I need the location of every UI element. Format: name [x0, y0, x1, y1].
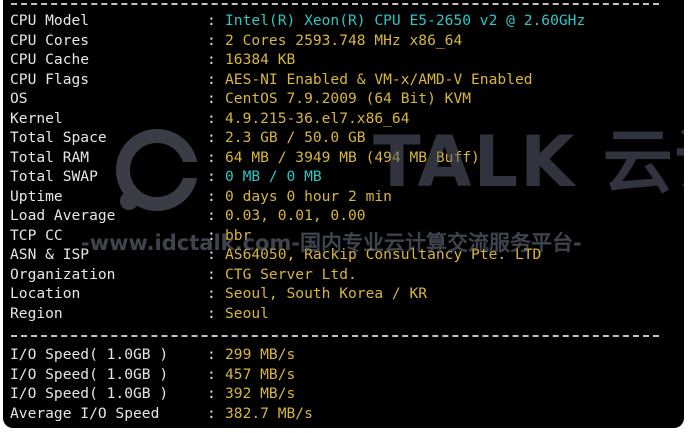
colon-separator: :: [207, 265, 216, 283]
watermark-brand: TALK 云说: [373, 121, 684, 203]
separator-line-top: [11, 3, 659, 5]
sysinfo-label: Region: [10, 304, 63, 322]
sysinfo-row: Organization: CTG Server Ltd.: [3, 265, 684, 285]
io-row: Average I/O Speed:382.7 MB/s: [3, 404, 684, 424]
sysinfo-row: OS: CentOS 7.9.2009 (64 Bit) KVM: [3, 89, 684, 109]
colon-separator: :: [207, 51, 216, 68]
sysinfo-label: Total RAM: [10, 148, 90, 166]
sysinfo-label: Location: [10, 285, 81, 302]
sysinfo-value: CTG Server Ltd.: [225, 265, 357, 283]
sysinfo-value: 2.3 GB / 50.0 GB: [225, 129, 366, 146]
colon-separator: :: [207, 385, 216, 402]
io-label: I/O Speed( 1.0GB ): [10, 385, 169, 402]
sysinfo-value: Intel(R) Xeon(R) CPU E5-2650 v2 @ 2.60GH…: [225, 12, 586, 29]
sysinfo-row: CPU Model: Intel(R) Xeon(R) CPU E5-2650 v…: [3, 11, 684, 31]
colon-separator: :: [207, 365, 216, 383]
sysinfo-value: 2 Cores 2593.748 MHz x86_64: [225, 31, 463, 49]
sysinfo-value: 0 days 0 hour 2 min: [225, 187, 392, 205]
io-value: 392 MB/s: [225, 385, 296, 402]
io-label: I/O Speed( 1.0GB ): [10, 346, 169, 363]
separator-line-middle: [11, 335, 659, 337]
sysinfo-label: Total SWAP: [10, 168, 98, 185]
io-value: 299 MB/s: [225, 346, 296, 363]
io-label: I/O Speed( 1.0GB ): [10, 365, 169, 383]
sysinfo-label: CPU Model: [10, 12, 90, 29]
sysinfo-label: CPU Cores: [10, 31, 90, 49]
sysinfo-value: 16384 KB: [225, 51, 296, 68]
sysinfo-label: ASN & ISP: [10, 246, 90, 263]
sysinfo-value: 0 MB / 0 MB: [225, 168, 322, 185]
sysinfo-row: Region: Seoul: [3, 304, 684, 324]
io-row: I/O Speed( 1.0GB ):392 MB/s: [3, 384, 684, 404]
watermark-url: -www.idctalk.com-国内专业云计算交流服务平台-: [81, 231, 582, 255]
colon-separator: :: [207, 12, 216, 29]
sysinfo-row: CPU Cache:16384 KB: [3, 50, 684, 70]
sysinfo-value: 0.03, 0.01, 0.00: [225, 207, 366, 224]
colon-separator: :: [207, 304, 216, 322]
terminal-window: CPU Model: Intel(R) Xeon(R) CPU E5-2650 v…: [3, 0, 684, 428]
sysinfo-label: Kernel: [10, 109, 63, 127]
sysinfo-row: Location: Seoul, South Korea / KR: [3, 284, 684, 304]
colon-separator: :: [207, 285, 216, 302]
sysinfo-label: Total Space: [10, 129, 107, 146]
colon-separator: :: [207, 31, 216, 49]
io-label: Average I/O Speed: [10, 404, 160, 422]
io-value: 457 MB/s: [225, 365, 296, 383]
watermark-logo-icon: [116, 129, 199, 211]
sysinfo-label: OS: [10, 90, 28, 107]
sysinfo-value: Seoul, South Korea / KR: [225, 285, 428, 302]
sysinfo-row: CPU Cores:2 Cores 2593.748 MHz x86_64: [3, 31, 684, 51]
sysinfo-value: Seoul: [225, 304, 269, 322]
colon-separator: :: [207, 346, 216, 363]
sysinfo-label: CPU Flags: [10, 70, 90, 88]
sysinfo-label: Organization: [10, 265, 116, 283]
sysinfo-value: CentOS 7.9.2009 (64 Bit) KVM: [225, 90, 472, 107]
io-value: 382.7 MB/s: [225, 404, 313, 422]
sysinfo-label: TCP CC: [10, 226, 63, 244]
sysinfo-label: Uptime: [10, 187, 63, 205]
colon-separator: :: [207, 90, 216, 107]
sysinfo-row: CPU Flags: AES-NI Enabled & VM-x/AMD-V En…: [3, 70, 684, 90]
io-row: I/O Speed( 1.0GB ):457 MB/s: [3, 365, 684, 385]
io-speed-list: I/O Speed( 1.0GB ):299 MB/s I/O Speed( 1.…: [3, 345, 684, 423]
colon-separator: :: [207, 70, 216, 88]
io-row: I/O Speed( 1.0GB ):299 MB/s: [3, 345, 684, 365]
colon-separator: :: [207, 404, 216, 422]
sysinfo-value: AES-NI Enabled & VM-x/AMD-V Enabled: [225, 70, 533, 88]
sysinfo-label: CPU Cache: [10, 51, 90, 68]
